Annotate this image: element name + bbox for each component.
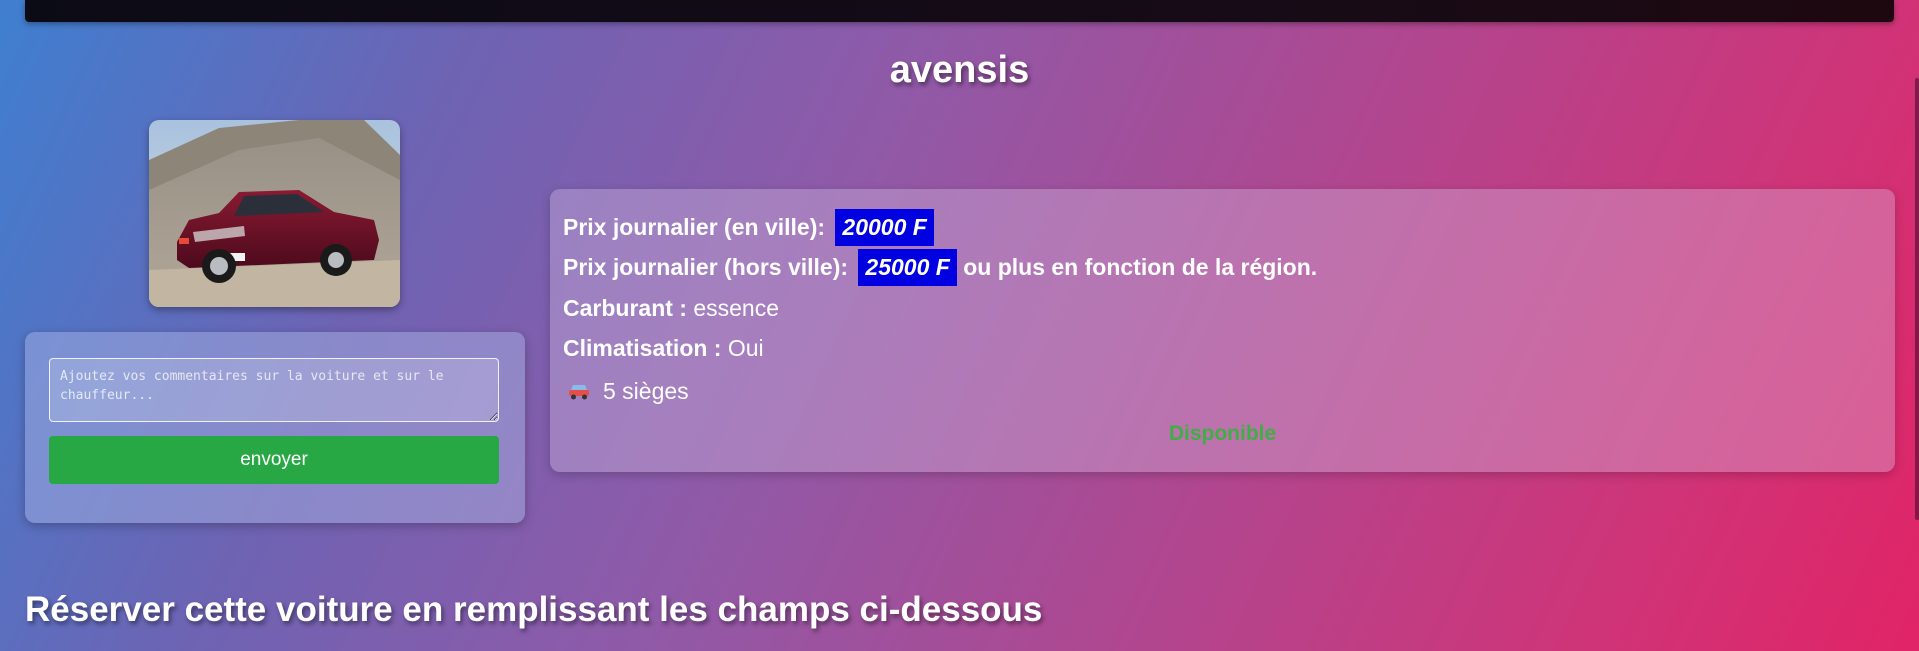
comment-card: envoyer bbox=[25, 332, 525, 523]
price-city-row: Prix journalier (en ville): 20000 F bbox=[563, 209, 934, 246]
send-comment-button[interactable]: envoyer bbox=[49, 436, 499, 484]
availability-status: Disponible bbox=[1168, 422, 1277, 445]
fuel-value: essence bbox=[693, 295, 780, 321]
car-info-card: Prix journalier (en ville): 20000 F Prix… bbox=[550, 189, 1895, 472]
price-outside-value: 25000 F bbox=[858, 249, 957, 286]
fuel-row: Carburant : essence bbox=[563, 295, 779, 322]
price-outside-label: Prix journalier (hors ville): bbox=[563, 254, 849, 280]
scrollbar[interactable] bbox=[1915, 78, 1919, 520]
price-outside-row: Prix journalier (hors ville): 25000 F ou… bbox=[563, 249, 1317, 286]
ac-value: Oui bbox=[727, 335, 764, 361]
car-title: avensis bbox=[889, 49, 1030, 91]
ac-row: Climatisation : Oui bbox=[563, 335, 764, 362]
reservation-heading: Réserver cette voiture en remplissant le… bbox=[25, 590, 1043, 629]
car-icon bbox=[567, 379, 593, 406]
car-photo bbox=[149, 120, 400, 307]
fuel-label: Carburant : bbox=[563, 295, 687, 321]
price-outside-suffix: ou plus en fonction de la région. bbox=[963, 254, 1318, 280]
seats-text: 5 sièges bbox=[603, 378, 689, 404]
top-navbar bbox=[25, 0, 1894, 22]
seats-row: 5 sièges bbox=[563, 378, 689, 406]
price-city-label: Prix journalier (en ville): bbox=[563, 214, 826, 240]
price-city-value: 20000 F bbox=[835, 209, 934, 246]
comment-textarea[interactable] bbox=[49, 358, 499, 422]
ac-label: Climatisation : bbox=[563, 335, 722, 361]
